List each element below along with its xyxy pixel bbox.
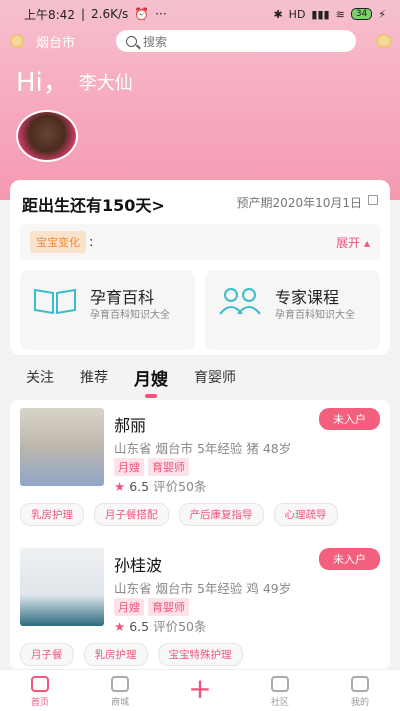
rating: ★ 6.5 评价50条 [114, 616, 207, 635]
signal-icon: ▮▮▮ [311, 7, 330, 21]
feature-title: 孕育百科 [90, 288, 155, 307]
status-badge: 未入户 [319, 408, 380, 430]
role-tag: 育婴师 [148, 458, 189, 476]
star-icon: ★ [114, 619, 126, 634]
service-tag: 宝宝特殊护理 [157, 643, 243, 666]
nav-add[interactable]: + [160, 670, 240, 711]
more-dots: ··· [155, 7, 167, 21]
wifi-icon: ≋ [335, 7, 345, 21]
nanny-info: 山东省 烟台市 5年经验 鸡 49岁 [114, 581, 292, 596]
feature-subtitle: 孕育百科知识大全 [90, 310, 170, 321]
role-tag: 育婴师 [148, 598, 189, 616]
network-speed: 2.6K/s [91, 7, 129, 21]
search-icon [126, 35, 137, 47]
rating-score: 6.5 [129, 619, 150, 634]
rating: ★ 6.5 评价50条 [114, 476, 207, 495]
nav-shop[interactable]: 商城 [80, 670, 160, 711]
status-bar: 上午8:42 | 2.6K/s ⏰ ··· ✱ HD ▮▮▮ ≋ 34 ⚡ [24, 7, 386, 22]
charging-icon: ⚡ [378, 7, 386, 21]
status-badge: 未入户 [319, 548, 380, 570]
tab-follow[interactable]: 关注 [26, 367, 54, 387]
service-tags: 月子餐 乳房护理 宝宝特殊护理 [20, 643, 243, 666]
nav-label: 首页 [30, 698, 49, 708]
bottom-nav: 首页 商城 + 社区 我的 [0, 669, 400, 711]
nanny-list: 郝丽 未入户 山东省 烟台市 5年经验 猪 48岁 月嫂 育婴师 ★ 6.5 评价5… [10, 400, 390, 670]
alarm-icon: ⏰ [134, 7, 150, 21]
role-tag: 月嫂 [114, 598, 144, 616]
role-tag: 月嫂 [114, 458, 144, 476]
feature-subtitle: 孕育百科知识大全 [275, 310, 355, 321]
review-count: 评价50条 [153, 619, 207, 634]
city-selector[interactable]: 烟台市 [36, 32, 75, 51]
signal-label: HD [288, 7, 306, 21]
tab-nursery-teacher[interactable]: 育婴师 [194, 367, 236, 387]
plus-icon: + [188, 672, 212, 705]
rating-score: 6.5 [129, 479, 150, 494]
nav-label: 我的 [350, 698, 369, 708]
baby-change-row: 宝宝变化 : 展开 ▴ [20, 224, 380, 260]
star-icon: ★ [114, 479, 126, 494]
service-tags: 乳房护理 月子餐搭配 产后康复指导 心理疏导 [20, 503, 338, 526]
user-name: 李大仙 [78, 73, 133, 94]
battery-icon: 34 [350, 8, 373, 20]
expand-button[interactable]: 展开 ▴ [336, 234, 370, 251]
baby-change-tag: 宝宝变化 [30, 231, 86, 253]
greeting-hi: Hi， [16, 68, 69, 98]
message-icon[interactable] [376, 34, 392, 48]
nanny-photo [20, 548, 104, 626]
feature-title: 专家课程 [275, 288, 340, 307]
service-tag: 产后康复指导 [178, 503, 264, 526]
nav-profile[interactable]: 我的 [320, 670, 400, 711]
avatar[interactable] [16, 110, 78, 162]
tab-recommend[interactable]: 推荐 [80, 367, 108, 387]
service-tag: 月子餐 [20, 643, 74, 666]
nav-label: 社区 [270, 698, 289, 708]
nanny-info: 山东省 烟台市 5年经验 猪 48岁 [114, 441, 292, 456]
role-tags: 月嫂 育婴师 [114, 598, 189, 616]
search-placeholder: 搜索 [143, 34, 168, 49]
nav-community[interactable]: 社区 [240, 670, 320, 711]
edit-icon[interactable] [368, 195, 378, 205]
bluetooth-icon: ✱ [273, 7, 283, 21]
nav-label: 商城 [110, 698, 129, 708]
nanny-name: 郝丽 [114, 416, 147, 435]
tab-yuesao[interactable]: 月嫂 [134, 365, 168, 390]
service-tag: 乳房护理 [83, 643, 148, 666]
role-tags: 月嫂 育婴师 [114, 458, 189, 476]
greeting: Hi， 李大仙 [16, 62, 133, 99]
location-icon[interactable] [10, 34, 24, 48]
feature-encyclopedia[interactable]: 孕育百科 孕育百科知识大全 [20, 270, 195, 350]
feature-expert-course[interactable]: 专家课程 孕育百科知识大全 [205, 270, 380, 350]
profile-icon [351, 676, 369, 692]
category-tabs: 关注 推荐 月嫂 育婴师 [0, 360, 400, 394]
people-icon [219, 288, 261, 315]
days-to-birth[interactable]: 距出生还有150天> [22, 192, 165, 216]
list-item[interactable]: 孙桂波 未入户 山东省 烟台市 5年经验 鸡 49岁 月嫂 育婴师 ★ 6.5 评价… [10, 540, 390, 670]
nanny-name: 孙桂波 [114, 556, 163, 575]
service-tag: 月子餐搭配 [94, 503, 169, 526]
service-tag: 乳房护理 [20, 503, 84, 526]
nav-home[interactable]: 首页 [0, 670, 80, 711]
top-bar: 烟台市 搜索 [0, 28, 400, 54]
shop-icon [111, 676, 129, 692]
home-icon [31, 676, 49, 692]
review-count: 评价50条 [153, 479, 207, 494]
search-bar[interactable]: 搜索 [116, 30, 356, 52]
status-time: 上午8:42 [24, 7, 75, 22]
book-icon [34, 288, 76, 315]
list-item[interactable]: 郝丽 未入户 山东省 烟台市 5年经验 猪 48岁 月嫂 育婴师 ★ 6.5 评价5… [10, 400, 390, 540]
nanny-photo [20, 408, 104, 486]
pregnancy-card: 距出生还有150天> 预产期2020年10月1日 宝宝变化 : 展开 ▴ 孕育百… [10, 180, 390, 355]
feature-grid: 孕育百科 孕育百科知识大全 专家课程 孕育百科知识大全 [20, 270, 380, 350]
service-tag: 心理疏导 [273, 503, 338, 526]
due-date: 预产期2020年10月1日 [236, 196, 362, 210]
community-icon [271, 676, 289, 692]
